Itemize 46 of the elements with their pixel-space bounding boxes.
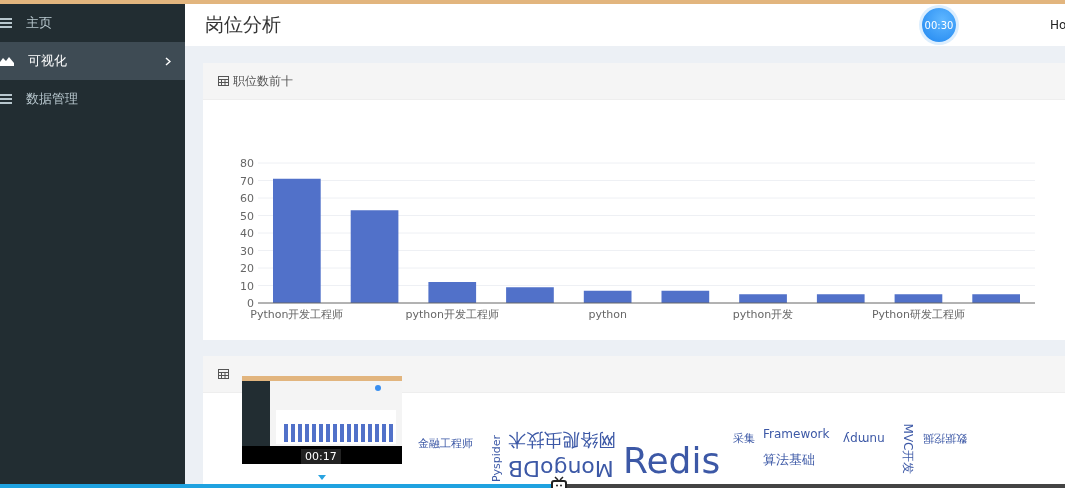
bar [506, 287, 554, 303]
bar [972, 294, 1020, 303]
axis-tick-label: 30 [240, 244, 254, 258]
word-cloud-word: MVC开发 [902, 423, 915, 475]
bar [816, 294, 865, 303]
axis-tick-label: 10 [240, 279, 254, 293]
word-cloud-word: Framework [763, 428, 830, 440]
word-cloud-word: 算法基础 [763, 453, 815, 466]
word-cloud-word: 金融工程师 [418, 438, 473, 449]
axis-category-label: python开发 [732, 308, 794, 321]
axis-tick-label: 0 [247, 297, 254, 310]
menu-icon [0, 94, 12, 104]
chevron-right-icon [165, 56, 171, 66]
word-cloud-word: numpy [843, 433, 885, 445]
area-chart-icon [0, 56, 14, 66]
sidebar-item[interactable]: 数据管理 [0, 80, 185, 118]
axis-category-label: Python研发工程师 [871, 308, 965, 321]
user-name: Ho [1050, 18, 1065, 32]
axis-tick-label: 80 [240, 157, 254, 170]
progress-bar[interactable] [0, 484, 1065, 488]
axis-category-label: Python开发工程师 [250, 308, 344, 321]
preview-time: 00:17 [301, 449, 341, 464]
axis-tick-label: 50 [240, 209, 254, 223]
word-cloud-word: Redis [623, 443, 721, 479]
sidebar-item[interactable]: 可视化 [0, 42, 185, 80]
word-cloud-word: Pyspider [491, 434, 503, 483]
menu-icon [0, 18, 12, 28]
word-cloud-word: MongoDB [508, 457, 614, 479]
axis-tick-label: 20 [240, 262, 254, 275]
bar [894, 294, 943, 303]
table-icon [218, 76, 229, 86]
axis-category-label: python [588, 308, 627, 321]
page-title: 岗位分析 [205, 12, 282, 37]
axis-tick-label: 70 [240, 174, 254, 188]
bar [428, 282, 477, 303]
timer-badge: 00:30 [922, 8, 956, 42]
axis-tick-label: 60 [240, 192, 254, 205]
word-cloud-word: 采集 [733, 433, 755, 444]
word-cloud-word: 网络爬虫技术 [508, 431, 616, 449]
axis-tick-label: 40 [240, 227, 254, 240]
word-cloud-word: 数据挖掘 [923, 433, 967, 444]
card-title: 职位数前十 [233, 72, 293, 90]
bar [739, 294, 787, 303]
sidebar-item[interactable]: 主页 [0, 4, 185, 42]
table-icon [218, 369, 229, 379]
axis-category-label: python开发工程师 [405, 308, 499, 321]
